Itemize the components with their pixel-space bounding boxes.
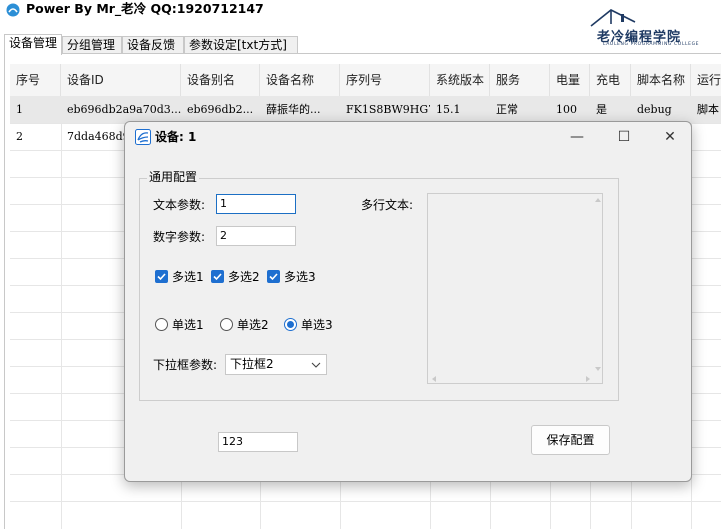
checkmark-icon — [213, 273, 222, 281]
tab-device-feedback[interactable]: 设备反馈 — [122, 36, 184, 54]
device-config-dialog: 设备: 1 — ☐ ✕ 通用配置 文本参数: 1 数字参数: 2 多选1 多选2… — [124, 121, 692, 482]
checkbox-3-label[interactable]: 多选3 — [284, 269, 316, 285]
checkbox-1-label[interactable]: 多选1 — [172, 269, 204, 285]
radio-1-label[interactable]: 单选1 — [172, 317, 204, 333]
grid-header: 序号 设备ID 设备别名 设备名称 序列号 系统版本 服务 电量 充电 脚本名称… — [10, 64, 721, 96]
close-icon[interactable]: ✕ — [655, 126, 685, 148]
cell-index: 1 — [16, 103, 23, 116]
tab-parameter-settings[interactable]: 参数设定[txt方式] — [184, 36, 298, 54]
column-header-running[interactable]: 运行 — [691, 64, 721, 96]
app-title: Power By Mr_老冷 QQ:1920712147 — [26, 1, 264, 16]
tab-group-management[interactable]: 分组管理 — [62, 36, 122, 54]
checkmark-icon — [157, 273, 166, 281]
save-config-button[interactable]: 保存配置 — [531, 425, 610, 455]
tab-label: 设备反馈 — [127, 38, 176, 52]
column-header-device-id[interactable]: 设备ID — [61, 64, 181, 96]
tab-device-management[interactable]: 设备管理 — [4, 34, 62, 55]
radio-3-label[interactable]: 单选3 — [301, 317, 333, 333]
tab-label: 分组管理 — [67, 38, 116, 52]
radio-1[interactable] — [155, 318, 168, 331]
column-header-os-version[interactable]: 系统版本 — [430, 64, 490, 96]
group-title: 通用配置 — [147, 170, 200, 184]
cell-script-name: debug — [637, 103, 672, 116]
grid-divider — [10, 501, 721, 502]
scroll-down-icon[interactable] — [594, 365, 602, 373]
main-tabstrip: 设备管理 分组管理 设备反馈 参数设定[txt方式] — [4, 34, 721, 55]
table-row[interactable]: 1 eb696db2a9a70d3... eb696db2... 薛振华的...… — [10, 96, 721, 123]
column-header-index[interactable]: 序号 — [10, 64, 61, 96]
column-header-serial[interactable]: 序列号 — [340, 64, 430, 96]
column-header-device-alias[interactable]: 设备别名 — [181, 64, 260, 96]
column-header-device-name[interactable]: 设备名称 — [260, 64, 340, 96]
scroll-up-icon[interactable] — [594, 196, 602, 204]
dialog-title: 设备: 1 — [155, 130, 197, 144]
minimize-icon[interactable]: — — [562, 126, 592, 148]
text-param-label: 文本参数: — [153, 198, 206, 212]
checkbox-2[interactable] — [211, 270, 224, 283]
tab-label: 设备管理 — [9, 36, 58, 50]
cell-serial: FK1S8BW9HG71 — [346, 103, 430, 116]
cell-device-name: 薛振华的... — [266, 103, 321, 116]
cell-index: 2 — [16, 130, 23, 143]
dialog-app-icon — [135, 129, 151, 145]
multiline-textarea[interactable] — [427, 193, 603, 384]
radio-2[interactable] — [220, 318, 233, 331]
dialog-titlebar[interactable]: 设备: 1 — ☐ ✕ — [125, 122, 691, 152]
number-param-label: 数字参数: — [153, 230, 206, 244]
cell-os-version: 15.1 — [436, 103, 461, 116]
multiline-label: 多行文本: — [361, 198, 414, 212]
chevron-down-icon — [311, 362, 321, 368]
dropdown-value: 下拉框2 — [230, 357, 274, 371]
scroll-left-icon[interactable] — [430, 375, 438, 383]
column-header-battery[interactable]: 电量 — [550, 64, 590, 96]
number-param-input[interactable]: 2 — [216, 226, 296, 246]
cell-battery: 100 — [556, 103, 577, 116]
checkbox-3[interactable] — [267, 270, 280, 283]
checkbox-2-label[interactable]: 多选2 — [228, 269, 260, 285]
tab-label: 参数设定[txt方式] — [189, 38, 287, 52]
text-param-input[interactable]: 1 — [216, 194, 296, 214]
column-header-service[interactable]: 服务 — [490, 64, 550, 96]
cell-device-alias: eb696db2... — [187, 103, 254, 116]
cell-service: 正常 — [496, 103, 518, 116]
cell-device-id: eb696db2a9a70d3... — [67, 103, 181, 116]
bottom-value-input[interactable]: 123 — [218, 432, 298, 452]
radio-2-label[interactable]: 单选2 — [237, 317, 269, 333]
dropdown-label: 下拉框参数: — [153, 358, 218, 372]
radio-3[interactable] — [284, 318, 297, 331]
cell-running: 脚本 — [697, 103, 719, 116]
scroll-right-icon[interactable] — [584, 375, 592, 383]
cell-charging: 是 — [596, 103, 607, 116]
checkbox-1[interactable] — [155, 270, 168, 283]
dropdown-select[interactable]: 下拉框2 — [225, 354, 327, 375]
checkmark-icon — [269, 273, 278, 281]
maximize-icon[interactable]: ☐ — [609, 126, 639, 148]
column-header-charging[interactable]: 充电 — [590, 64, 631, 96]
column-header-script-name[interactable]: 脚本名称 — [631, 64, 691, 96]
app-logo-icon — [6, 3, 20, 17]
